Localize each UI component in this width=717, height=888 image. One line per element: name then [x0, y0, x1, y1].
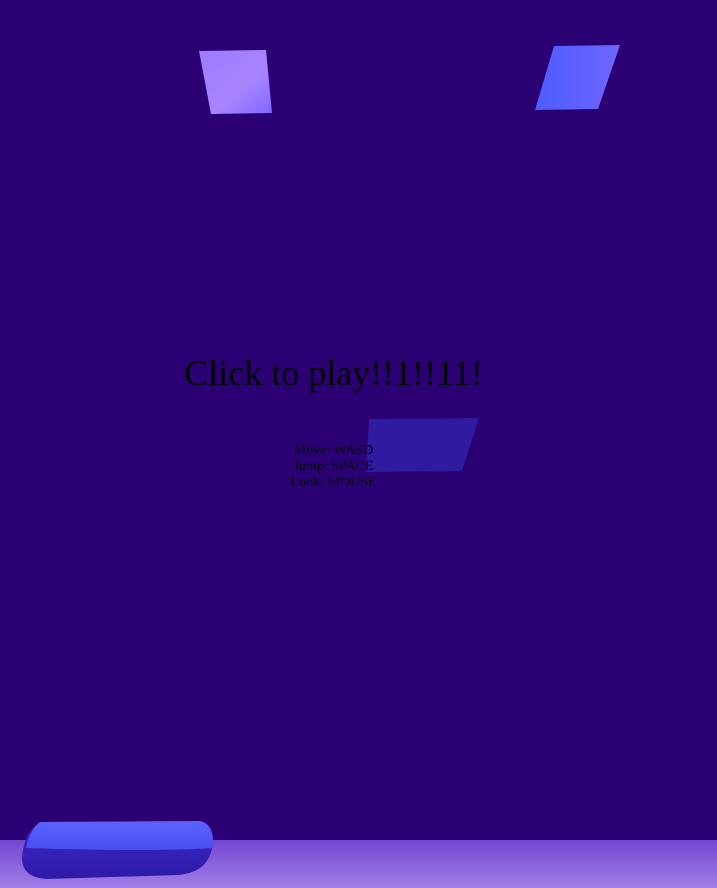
- floating-platform-center: [366, 418, 479, 472]
- start-platform-top: [26, 821, 214, 850]
- floating-platform-right: [535, 45, 620, 110]
- floating-platform-left: [199, 50, 272, 114]
- game-canvas[interactable]: [0, 0, 717, 888]
- scene-graphics: [0, 45, 717, 888]
